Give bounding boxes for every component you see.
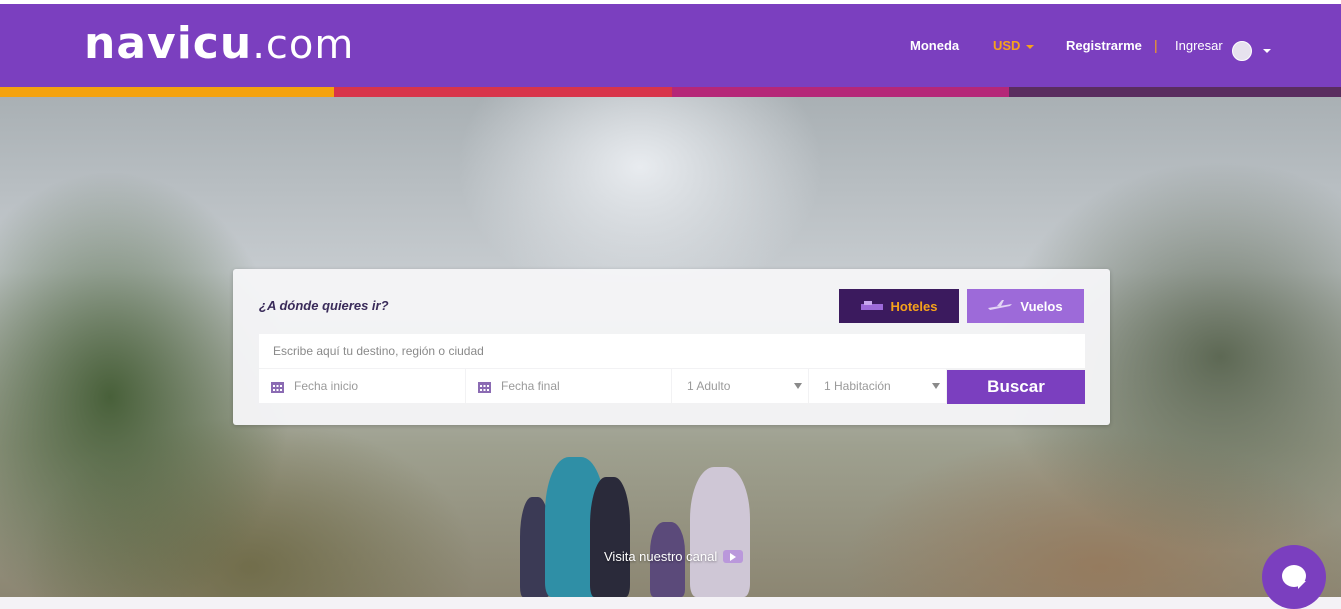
hiker-figure bbox=[590, 477, 630, 597]
currency-dropdown[interactable]: USD bbox=[993, 38, 1035, 53]
user-avatar-icon[interactable] bbox=[1232, 41, 1252, 61]
page-bottom-bar bbox=[0, 597, 1341, 609]
nav-separator: | bbox=[1154, 37, 1158, 53]
adults-value: 1 Adulto bbox=[687, 379, 731, 393]
register-link[interactable]: Registrarme bbox=[1066, 38, 1142, 53]
site-header: navicu.com Moneda USD Registrarme | Ingr… bbox=[0, 4, 1341, 87]
plane-icon bbox=[988, 300, 1013, 310]
start-date-field[interactable]: Fecha inicio bbox=[259, 369, 465, 403]
login-menu-toggle[interactable] bbox=[1263, 42, 1271, 57]
login-link[interactable]: Ingresar bbox=[1175, 38, 1223, 53]
color-stripe-plum bbox=[1009, 87, 1341, 97]
chevron-down-icon bbox=[1026, 44, 1035, 49]
page: navicu.com Moneda USD Registrarme | Ingr… bbox=[0, 0, 1341, 609]
rooms-value: 1 Habitación bbox=[824, 379, 891, 393]
end-date-placeholder: Fecha final bbox=[501, 379, 560, 393]
channel-link[interactable]: Visita nuestro canal bbox=[604, 549, 744, 564]
rooms-select[interactable]: 1 Habitación bbox=[809, 369, 946, 403]
color-stripe-magenta bbox=[672, 87, 1009, 97]
calendar-icon bbox=[478, 381, 491, 393]
end-date-field[interactable]: Fecha final bbox=[466, 369, 671, 403]
color-stripe-red bbox=[334, 87, 672, 97]
chevron-down-icon bbox=[1263, 48, 1271, 53]
adults-select[interactable]: 1 Adulto bbox=[672, 369, 808, 403]
dropdown-arrow-icon bbox=[932, 383, 940, 389]
calendar-icon bbox=[271, 381, 284, 393]
destination-input[interactable] bbox=[259, 334, 1085, 368]
navicu-logo[interactable]: navicu.com bbox=[84, 18, 354, 69]
tab-flights-label: Vuelos bbox=[1020, 298, 1063, 314]
hiker-figure bbox=[690, 467, 750, 597]
search-question: ¿A dónde quieres ir? bbox=[259, 298, 389, 313]
channel-text: Visita nuestro canal bbox=[604, 549, 718, 564]
logo-main-text: navicu bbox=[84, 18, 253, 69]
chat-icon-tail bbox=[1298, 581, 1306, 589]
play-icon bbox=[723, 550, 744, 563]
tab-hotels-label: Hoteles bbox=[890, 298, 938, 314]
search-button[interactable]: Buscar bbox=[947, 370, 1085, 404]
logo-tld-text: .com bbox=[252, 22, 355, 68]
currency-value: USD bbox=[993, 38, 1021, 53]
chat-button[interactable] bbox=[1262, 545, 1326, 609]
start-date-placeholder: Fecha inicio bbox=[294, 379, 359, 393]
color-stripe-orange bbox=[0, 87, 334, 97]
currency-label: Moneda bbox=[910, 38, 960, 53]
dropdown-arrow-icon bbox=[794, 383, 802, 389]
tab-hotels[interactable]: Hoteles bbox=[839, 289, 959, 323]
tab-flights[interactable]: Vuelos bbox=[967, 289, 1084, 323]
search-panel: ¿A dónde quieres ir? Hoteles Vuelos Fech… bbox=[233, 269, 1110, 425]
hotel-icon bbox=[860, 301, 883, 310]
